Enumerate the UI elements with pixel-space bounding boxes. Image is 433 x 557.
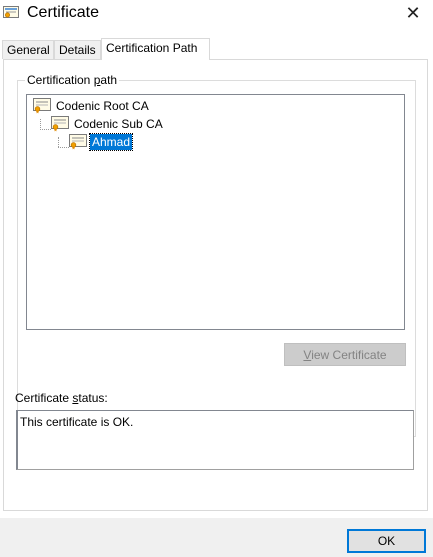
close-button[interactable]: ✕	[393, 0, 433, 28]
tab-label: General	[7, 43, 50, 57]
certificate-status-box[interactable]: This certificate is OK.	[16, 410, 414, 470]
window-title: Certificate	[27, 4, 100, 21]
tab-content-panel: Certification path Codenic Root CA Coden…	[3, 59, 428, 511]
tab-certification-path[interactable]: Certification Path	[101, 38, 210, 60]
tab-label: Certification Path	[106, 41, 198, 55]
tab-details[interactable]: Details	[54, 40, 101, 59]
certification-path-tree[interactable]: Codenic Root CA Codenic Sub CA Ahmad	[26, 94, 405, 330]
tree-connector	[58, 147, 69, 148]
tab-general[interactable]: General	[2, 40, 54, 59]
view-certificate-button[interactable]: View Certificate	[284, 343, 406, 366]
tree-connector	[40, 129, 51, 130]
certificate-icon	[69, 134, 87, 150]
tree-node-label: Codenic Root CA	[56, 99, 149, 113]
close-icon: ✕	[405, 3, 421, 23]
certificate-status-text: This certificate is OK.	[20, 415, 134, 429]
tab-label: Details	[59, 43, 96, 57]
certification-path-group: Certification path Codenic Root CA Coden…	[17, 73, 416, 437]
certificate-icon	[51, 116, 69, 132]
certificate-icon	[3, 6, 19, 18]
dialog-footer: OK	[0, 518, 433, 557]
certification-path-label: Certification path	[25, 73, 120, 87]
certificate-icon	[33, 98, 51, 114]
title-bar: Certificate ✕	[0, 0, 433, 28]
tree-connector	[58, 137, 59, 147]
certificate-status-label: Certificate status:	[15, 391, 108, 405]
ok-button[interactable]: OK	[347, 529, 426, 553]
tree-node-label: Ahmad	[88, 133, 134, 151]
tree-node-label: Codenic Sub CA	[74, 117, 163, 131]
